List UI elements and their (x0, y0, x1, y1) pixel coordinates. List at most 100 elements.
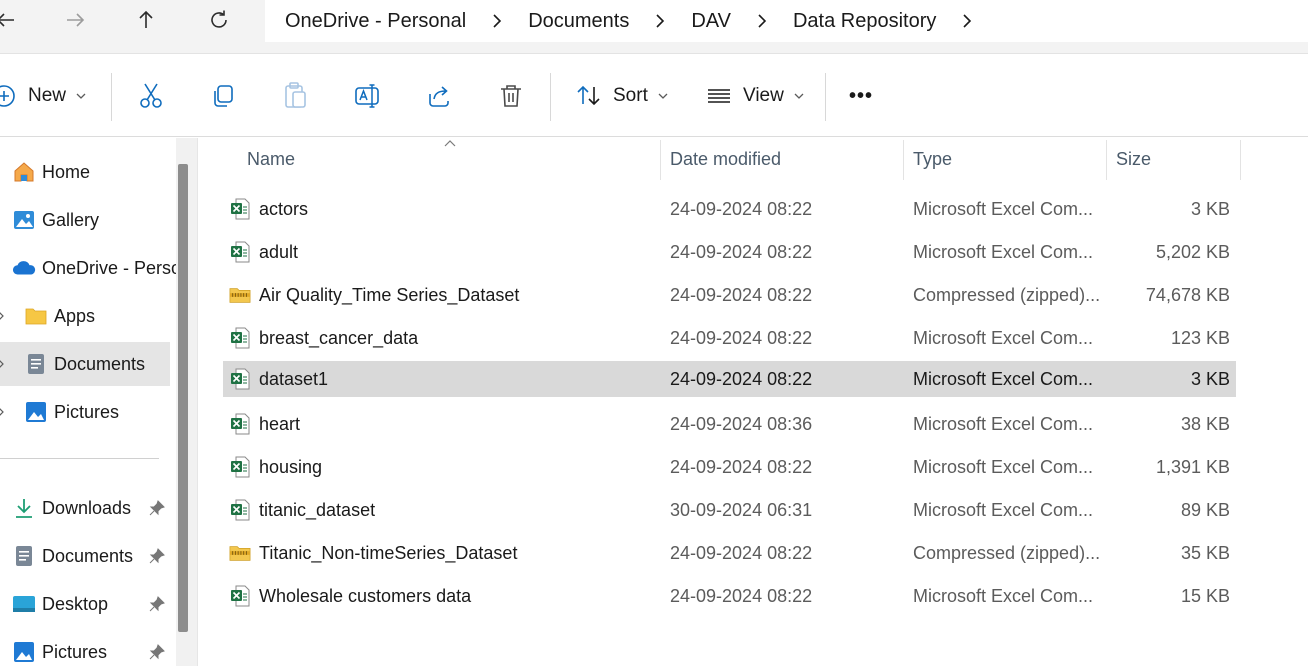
file-size: 123 KB (1170, 327, 1230, 348)
pictures-icon (12, 640, 36, 664)
file-name: Titanic_Non-timeSeries_Dataset (259, 542, 518, 563)
address-bar: OneDrive - Personal Documents DAV Data R… (0, 0, 1308, 54)
file-type: Microsoft Excel Com... (913, 327, 1094, 348)
more-options-button[interactable]: ••• (849, 79, 873, 113)
chevron-right-icon[interactable] (466, 0, 528, 42)
file-size: 15 KB (1180, 585, 1230, 606)
copy-button[interactable] (209, 79, 237, 113)
file-type: Microsoft Excel Com... (913, 241, 1094, 262)
breadcrumb-onedrive[interactable]: OneDrive - Personal (285, 10, 466, 33)
refresh-button[interactable] (201, 6, 237, 34)
breadcrumb-dav[interactable]: DAV (691, 10, 731, 33)
column-divider[interactable] (1240, 140, 1241, 180)
scissors-icon (140, 83, 162, 108)
pin-icon[interactable] (148, 595, 166, 613)
refresh-icon (211, 10, 227, 28)
sidebar-item-documents[interactable]: Documents (0, 342, 170, 386)
chevron-right-icon[interactable] (731, 0, 793, 42)
expand-chevron-icon[interactable] (0, 359, 6, 369)
pin-icon[interactable] (148, 643, 166, 661)
plus-circle-icon (0, 85, 15, 107)
forward-button[interactable] (57, 6, 93, 34)
scrollbar-thumb[interactable] (178, 164, 188, 632)
file-row[interactable]: Wholesale customers data 24-09-2024 08:2… (223, 578, 1236, 614)
date-modified: 30-09-2024 06:31 (670, 499, 813, 520)
expand-chevron-icon[interactable] (0, 311, 6, 321)
date-modified: 24-09-2024 08:36 (670, 413, 813, 434)
date-modified: 24-09-2024 08:22 (670, 368, 813, 389)
pictures-icon (24, 400, 48, 424)
file-name: heart (259, 413, 301, 434)
sidebar-item-pictures[interactable]: Pictures (24, 394, 119, 430)
file-list: Name Date modified Type Size actors 24-0… (199, 138, 1308, 666)
quick-access-documents[interactable]: Documents (12, 538, 133, 574)
pin-icon[interactable] (148, 547, 166, 565)
column-header-size[interactable]: Size (1116, 138, 1240, 180)
navigation-pane: Home Gallery OneDrive - Perso Apps Docum… (0, 138, 176, 666)
file-size: 38 KB (1180, 413, 1230, 434)
chevron-down-icon (658, 92, 668, 100)
file-row[interactable]: adult 24-09-2024 08:22 Microsoft Excel C… (223, 234, 1236, 270)
sidebar-item-onedrive[interactable]: OneDrive - Perso (12, 250, 176, 286)
sidebar-item-label: Pictures (54, 401, 120, 422)
column-header-name[interactable]: Name (247, 138, 659, 180)
column-header-type[interactable]: Type (913, 138, 1105, 180)
file-name-cell: heart (229, 406, 649, 442)
column-divider[interactable] (1106, 140, 1107, 180)
sidebar-item-label: Gallery (42, 209, 100, 230)
file-type: Microsoft Excel Com... (913, 198, 1094, 219)
download-arrow-icon (12, 496, 36, 520)
file-row[interactable]: Titanic_Non-timeSeries_Dataset 24-09-202… (223, 535, 1236, 571)
sidebar-scrollbar[interactable] (176, 138, 198, 666)
column-divider[interactable] (660, 140, 661, 180)
quick-access-desktop[interactable]: Desktop (12, 586, 108, 622)
up-button[interactable] (128, 6, 164, 34)
column-header-label: Date modified (670, 148, 782, 169)
file-name: titanic_dataset (259, 499, 376, 520)
delete-button[interactable] (497, 79, 525, 113)
pin-icon[interactable] (148, 499, 166, 517)
expand-chevron-icon[interactable] (0, 407, 6, 417)
breadcrumb-documents[interactable]: Documents (528, 10, 629, 33)
view-button[interactable]: View (705, 79, 804, 113)
new-button[interactable]: New (0, 79, 86, 113)
quick-access-downloads[interactable]: Downloads (12, 490, 131, 526)
column-header-date[interactable]: Date modified (670, 138, 902, 180)
paste-button[interactable] (281, 79, 309, 113)
file-name-cell: Wholesale customers data (229, 578, 649, 614)
back-button[interactable] (0, 6, 24, 34)
excel-file-icon (229, 413, 251, 435)
file-row[interactable]: Air Quality_Time Series_Dataset 24-09-20… (223, 277, 1236, 313)
file-type: Microsoft Excel Com... (913, 456, 1094, 477)
quick-access-pictures[interactable]: Pictures (12, 634, 107, 666)
excel-file-icon (229, 456, 251, 478)
file-row-selected[interactable]: dataset1 24-09-2024 08:22 Microsoft Exce… (223, 361, 1236, 397)
file-row[interactable]: housing 24-09-2024 08:22 Microsoft Excel… (223, 449, 1236, 485)
file-type: Compressed (zipped)... (913, 542, 1101, 563)
breadcrumb-data-repository[interactable]: Data Repository (793, 10, 936, 33)
sidebar-item-label: Documents (42, 545, 134, 566)
excel-file-icon (229, 241, 251, 263)
cut-button[interactable] (137, 79, 165, 113)
chevron-right-icon[interactable] (936, 0, 998, 42)
trash-icon (501, 85, 521, 107)
share-button[interactable] (425, 79, 453, 113)
chevron-right-icon[interactable] (629, 0, 691, 42)
desktop-icon (12, 592, 36, 616)
rename-button[interactable] (353, 79, 381, 113)
separator (550, 73, 551, 121)
more-dots-icon: ••• (849, 84, 874, 107)
file-row[interactable]: heart 24-09-2024 08:36 Microsoft Excel C… (223, 406, 1236, 442)
sidebar-item-gallery[interactable]: Gallery (12, 202, 99, 238)
file-row[interactable]: breast_cancer_data 24-09-2024 08:22 Micr… (223, 320, 1236, 356)
documents-icon (24, 352, 48, 376)
sidebar-item-label: Downloads (42, 497, 132, 518)
sidebar-item-apps[interactable]: Apps (24, 298, 95, 334)
column-divider[interactable] (903, 140, 904, 180)
sort-button[interactable]: Sort (575, 79, 668, 113)
sidebar-item-label: Home (42, 161, 91, 182)
sidebar-item-label: Pictures (42, 641, 108, 662)
file-row[interactable]: actors 24-09-2024 08:22 Microsoft Excel … (223, 191, 1236, 227)
sidebar-item-home[interactable]: Home (12, 154, 90, 190)
file-row[interactable]: titanic_dataset 30-09-2024 06:31 Microso… (223, 492, 1236, 528)
